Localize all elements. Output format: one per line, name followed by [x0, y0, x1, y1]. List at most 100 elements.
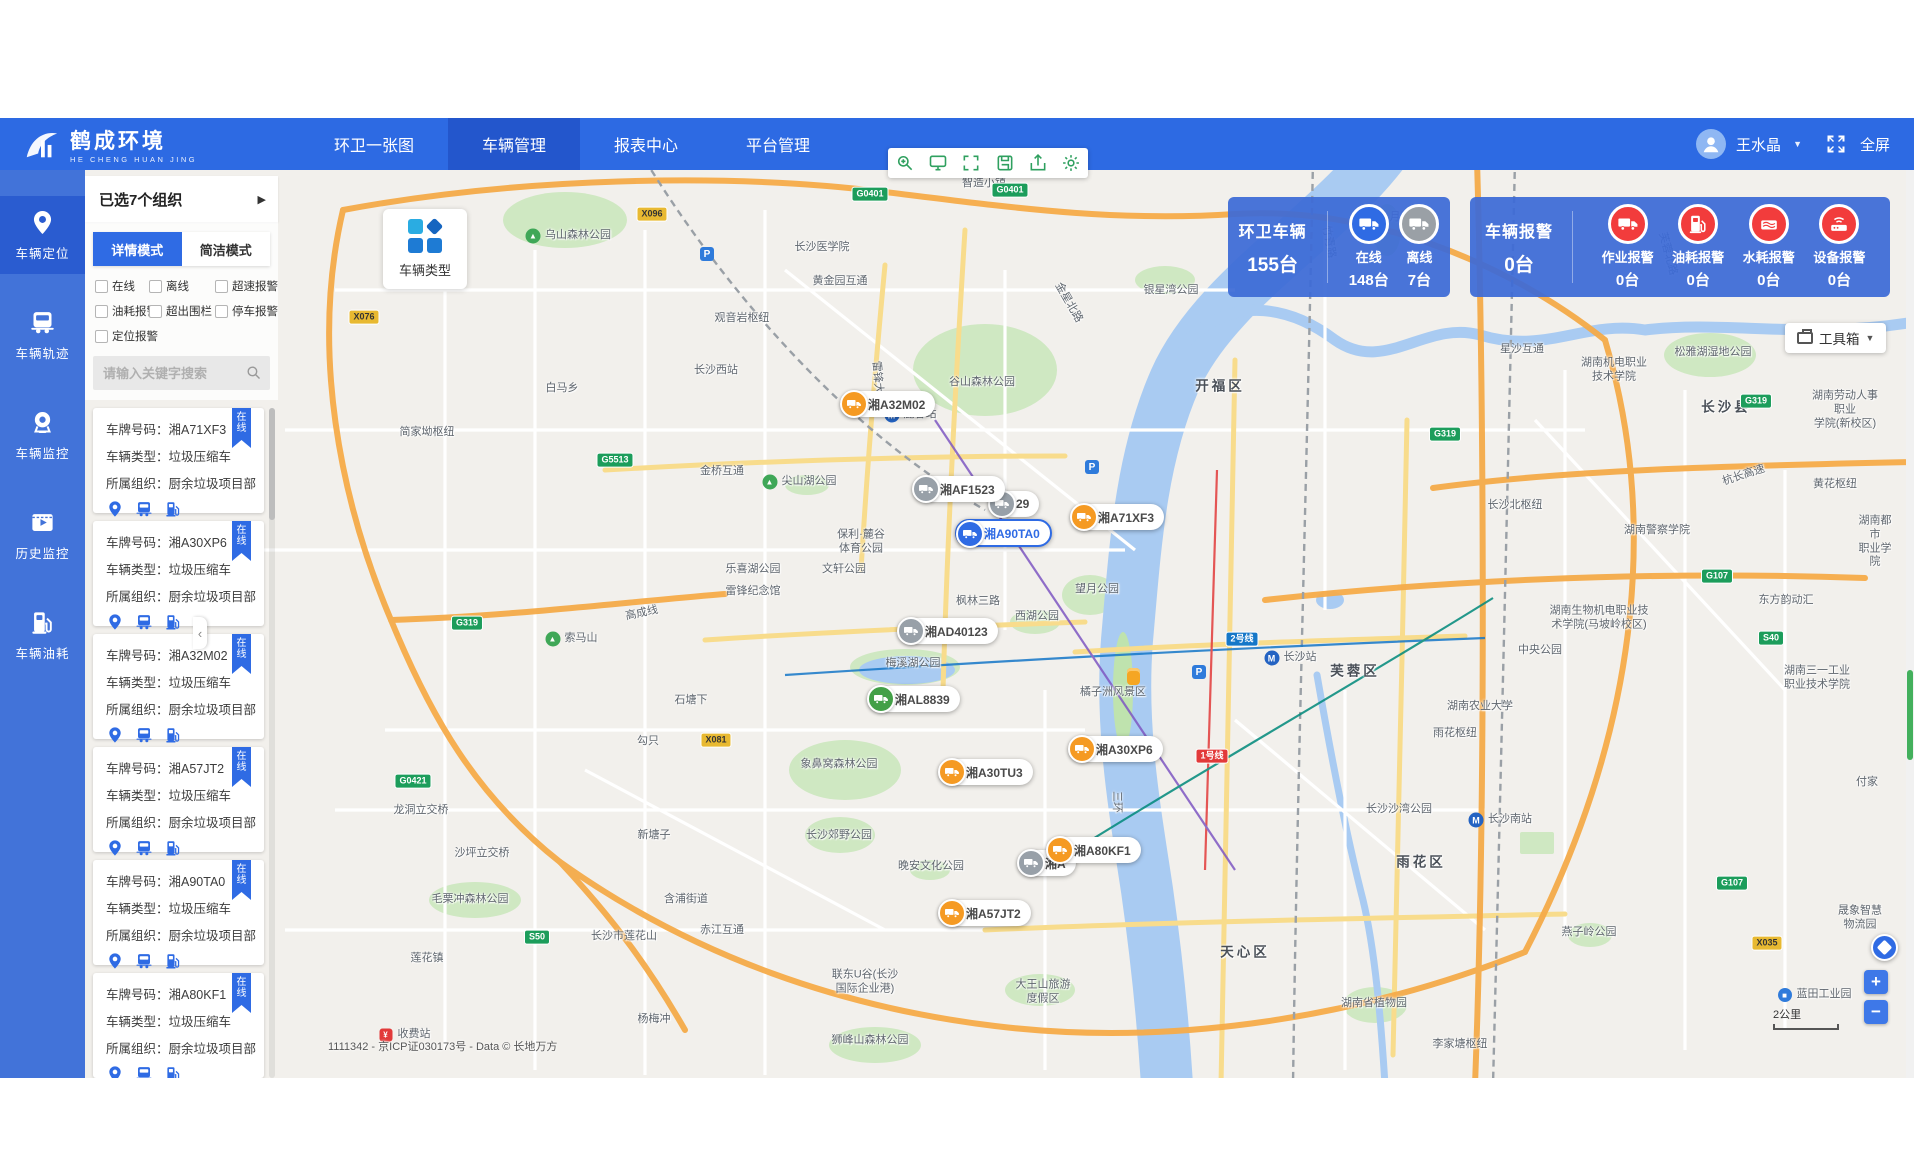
user-chevron-down-icon[interactable]: ▼: [1793, 139, 1802, 149]
map-scale-bar: [1773, 1024, 1839, 1030]
alarm-stat-fuel[interactable]: 油耗报警0台: [1672, 204, 1724, 290]
vehicle-marker[interactable]: 湘A32M02: [841, 391, 935, 417]
track-icon[interactable]: [135, 726, 153, 744]
filter-checkbox[interactable]: 停车报警: [215, 303, 272, 319]
alarm-stat-truck[interactable]: 作业报警0台: [1602, 204, 1654, 290]
track-icon[interactable]: [135, 952, 153, 970]
org-expand-icon[interactable]: ▶: [258, 193, 266, 206]
track-icon[interactable]: [135, 500, 153, 518]
sidebar-item-camera[interactable]: 车辆监控: [0, 396, 85, 474]
filter-checkbox[interactable]: 超速报警: [215, 278, 272, 294]
checkbox-box-icon[interactable]: [149, 305, 162, 318]
offline-stat[interactable]: 离线 7台: [1399, 204, 1439, 290]
marker-plate: 湘A30XP6: [1096, 741, 1153, 758]
track-icon[interactable]: [135, 1065, 153, 1078]
vehicle-marker[interactable]: 湘A30XP6: [1069, 736, 1163, 762]
vehicle-card[interactable]: 车牌号码：湘A71XF3车辆类型：垃圾压缩车所属组织：厨余垃圾项目部在线: [93, 408, 264, 513]
offline-truck-icon: [1399, 204, 1439, 244]
filter-checkbox[interactable]: 定位报警: [95, 328, 149, 344]
vehicle-card[interactable]: 车牌号码：湘A32M02车辆类型：垃圾压缩车所属组织：厨余垃圾项目部在线: [93, 634, 264, 739]
vehicle-marker[interactable]: 湘A57JT2: [939, 900, 1031, 926]
alarm-stat-device[interactable]: 设备报警0台: [1813, 204, 1865, 290]
vehicle-card[interactable]: 车牌号码：湘A80KF1车辆类型：垃圾压缩车所属组织：厨余垃圾项目部在线: [93, 973, 264, 1078]
vehicle-marker[interactable]: 湘A71XF3: [1071, 504, 1164, 530]
checkbox-box-icon[interactable]: [95, 280, 108, 293]
save-icon[interactable]: [995, 153, 1015, 173]
fuel-icon[interactable]: [164, 839, 182, 857]
sidebar-item-pin[interactable]: 车辆定位: [0, 196, 85, 274]
user-name[interactable]: 王水晶: [1736, 134, 1781, 155]
map-layers-button[interactable]: [1871, 934, 1898, 961]
checkbox-box-icon[interactable]: [215, 305, 228, 318]
content-area: 智造小镇乌山森林公园▲长沙医学院月亮岛▲黄金园互通银星湾公园观音岩枢纽星沙互通松…: [0, 170, 1914, 1078]
fuel-icon[interactable]: [164, 726, 182, 744]
track-icon[interactable]: [135, 613, 153, 631]
locate-icon[interactable]: [106, 613, 124, 631]
nav-menu-item[interactable]: 车辆管理: [448, 118, 580, 170]
vehicle-card[interactable]: 车牌号码：湘A90TA0车辆类型：垃圾压缩车所属组织：厨余垃圾项目部在线: [93, 860, 264, 965]
settings-icon[interactable]: [1061, 153, 1081, 173]
checkbox-box-icon[interactable]: [149, 280, 162, 293]
vehicle-card[interactable]: 车牌号码：湘A57JT2车辆类型：垃圾压缩车所属组织：厨余垃圾项目部在线: [93, 747, 264, 852]
tab-detail[interactable]: 详情模式: [93, 232, 182, 266]
vehicle-field: 所属组织：厨余垃圾项目部: [106, 586, 264, 605]
search-input[interactable]: [93, 356, 270, 390]
org-selector[interactable]: 已选7个组织 ▶: [85, 176, 278, 222]
nav-menu-item[interactable]: 环卫一张图: [300, 118, 448, 170]
vehicle-marker[interactable]: 湘AD40123: [898, 618, 998, 644]
toolbox-button[interactable]: 工具箱 ▼: [1785, 323, 1886, 353]
tab-simple[interactable]: 简洁模式: [182, 232, 271, 266]
vehicle-marker[interactable]: 湘A80KF1: [1047, 837, 1141, 863]
page-scrollbar-thumb[interactable]: [1907, 670, 1913, 760]
checkbox-box-icon[interactable]: [95, 305, 108, 318]
checkbox-box-icon[interactable]: [95, 330, 108, 343]
vehicle-marker[interactable]: 湘A30TU3: [939, 759, 1033, 785]
checkbox-box-icon[interactable]: [215, 280, 228, 293]
locate-icon[interactable]: [106, 726, 124, 744]
vehicle-marker[interactable]: 湘A90TA0: [955, 519, 1052, 547]
locate-icon[interactable]: [106, 500, 124, 518]
sidebar-item-fuel[interactable]: 车辆油耗: [0, 596, 85, 674]
panel-collapse-button[interactable]: ‹: [193, 617, 207, 649]
page-scrollbar[interactable]: [1906, 170, 1914, 1078]
zoom-tool-icon[interactable]: [895, 153, 915, 173]
vehicle-card[interactable]: 车牌号码：湘A30XP6车辆类型：垃圾压缩车所属组织：厨余垃圾项目部在线: [93, 521, 264, 626]
expand-icon[interactable]: [961, 153, 981, 173]
list-scrollbar-thumb[interactable]: [269, 408, 275, 520]
online-stat[interactable]: 在线 148台: [1349, 204, 1389, 290]
zoom-in-button[interactable]: +: [1864, 970, 1888, 994]
filter-checkbox[interactable]: 离线: [149, 278, 215, 294]
track-icon[interactable]: [135, 839, 153, 857]
zoom-out-button[interactable]: −: [1864, 1000, 1888, 1024]
vehicle-marker[interactable]: 湘AL8839: [868, 686, 960, 712]
fuel-icon[interactable]: [164, 500, 182, 518]
user-avatar[interactable]: [1696, 129, 1726, 159]
alarm-label: 作业报警: [1602, 247, 1654, 266]
fullscreen-icon[interactable]: [1826, 134, 1846, 154]
sidebar-item-bus[interactable]: 车辆轨迹: [0, 296, 85, 374]
locate-icon[interactable]: [106, 839, 124, 857]
truck-alarm-icon: [1608, 204, 1648, 244]
filter-checkbox[interactable]: 在线: [95, 278, 149, 294]
locate-icon[interactable]: [106, 1065, 124, 1078]
filter-checkbox[interactable]: 油耗报警: [95, 303, 149, 319]
export-icon[interactable]: [1028, 153, 1048, 173]
vehicle-type-button[interactable]: 车辆类型: [383, 209, 467, 289]
map-canvas[interactable]: 智造小镇乌山森林公园▲长沙医学院月亮岛▲黄金园互通银星湾公园观音岩枢纽星沙互通松…: [85, 170, 1914, 1078]
fuel-icon[interactable]: [164, 613, 182, 631]
fuel-icon: [29, 609, 56, 636]
nav-menu-item[interactable]: 报表中心: [580, 118, 712, 170]
search-icon[interactable]: [245, 364, 262, 381]
sidebar-item-video[interactable]: 历史监控: [0, 496, 85, 574]
locate-icon[interactable]: [106, 952, 124, 970]
nav-menu-item[interactable]: 平台管理: [712, 118, 844, 170]
vehicle-marker[interactable]: 湘AF1523: [913, 476, 1005, 502]
fuel-icon[interactable]: [164, 952, 182, 970]
fullscreen-label[interactable]: 全屏: [1860, 134, 1890, 155]
fuel-icon[interactable]: [164, 1065, 182, 1078]
vehicle-card-actions: [106, 952, 264, 970]
alarm-stat-water[interactable]: 水耗报警0台: [1743, 204, 1795, 290]
parking-icon: P: [700, 247, 714, 261]
monitor-icon[interactable]: [928, 153, 948, 173]
filter-checkbox[interactable]: 超出围栏: [149, 303, 215, 319]
